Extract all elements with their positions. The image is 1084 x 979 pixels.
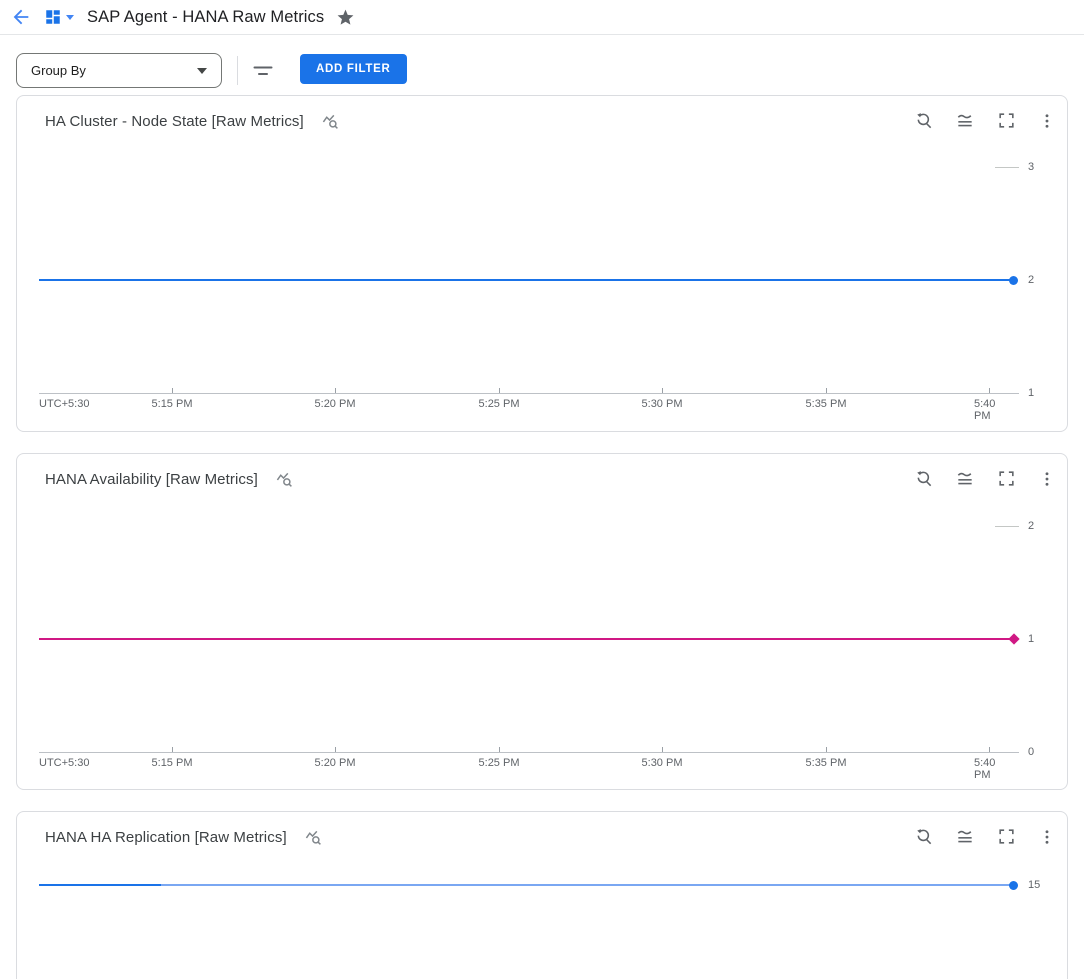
x-axis-label: 5:25 PM — [479, 398, 520, 410]
more-options-button[interactable] — [1036, 827, 1058, 849]
y-axis-label: 1 — [1028, 387, 1034, 399]
filter-toolbar: Group By ADD FILTER — [0, 36, 1084, 94]
x-axis-label: 5:40 PM — [974, 757, 1004, 781]
y-axis-label: 0 — [1028, 746, 1034, 758]
x-axis-label: 5:30 PM — [642, 398, 683, 410]
series-value-label: 1 — [1028, 633, 1034, 645]
chart-card-replication: HANA HA Replication [Raw Metrics] 15 — [16, 811, 1068, 979]
x-axis-tick — [172, 388, 173, 393]
page-title: SAP Agent - HANA Raw Metrics — [87, 8, 324, 27]
x-axis-label: 5:40 PM — [974, 398, 1004, 422]
x-axis-label: 5:20 PM — [315, 398, 356, 410]
back-arrow-icon — [10, 6, 32, 28]
series-value-label: 2 — [1028, 274, 1034, 286]
x-axis-tick — [826, 388, 827, 393]
x-axis-label: 5:15 PM — [152, 398, 193, 410]
chevron-down-icon — [66, 15, 74, 20]
timezone-label: UTC+5:30 — [39, 398, 89, 410]
series-end-marker — [1009, 881, 1018, 890]
x-axis-label: 5:35 PM — [806, 757, 847, 769]
x-axis-line — [39, 752, 1019, 753]
more-options-icon — [1038, 828, 1056, 849]
app-header: SAP Agent - HANA Raw Metrics — [0, 0, 1084, 35]
chart-plot[interactable]: 31UTC+5:305:15 PM5:20 PM5:25 PM5:30 PM5:… — [39, 96, 1019, 431]
y-axis-label: 2 — [1028, 520, 1034, 532]
x-axis-tick — [989, 747, 990, 752]
chart-card-availability: HANA Availability [Raw Metrics] 20UTC+5:… — [16, 453, 1068, 790]
x-axis-tick — [335, 747, 336, 752]
toolbar-divider — [237, 56, 238, 85]
add-filter-button[interactable]: ADD FILTER — [300, 54, 407, 84]
timezone-label: UTC+5:30 — [39, 757, 89, 769]
x-axis-tick — [335, 388, 336, 393]
x-axis-tick — [499, 388, 500, 393]
y-gridline-tick — [995, 167, 1019, 168]
series-line[interactable] — [39, 279, 1014, 281]
series-end-marker — [1009, 276, 1018, 285]
back-button[interactable] — [9, 5, 33, 29]
chart-plot[interactable]: 20UTC+5:305:15 PM5:20 PM5:25 PM5:30 PM5:… — [39, 454, 1019, 789]
series-line[interactable] — [39, 884, 1014, 886]
x-axis-label: 5:25 PM — [479, 757, 520, 769]
x-axis-line — [39, 393, 1019, 394]
star-button[interactable] — [334, 6, 356, 28]
group-by-dropdown[interactable]: Group By — [16, 53, 222, 88]
x-axis-tick — [499, 747, 500, 752]
dashboard-page: SAP Agent - HANA Raw Metrics Group By AD… — [0, 0, 1084, 979]
x-axis-label: 5:20 PM — [315, 757, 356, 769]
x-axis-label: 5:35 PM — [806, 398, 847, 410]
y-gridline-tick — [995, 526, 1019, 527]
y-axis-label: 3 — [1028, 161, 1034, 173]
x-axis-tick — [989, 388, 990, 393]
more-options-button[interactable] — [1036, 111, 1058, 133]
chart-card-node-state: HA Cluster - Node State [Raw Metrics] 31… — [16, 95, 1068, 432]
chart-plot[interactable]: 15 — [39, 812, 1019, 979]
x-axis-tick — [826, 747, 827, 752]
series-value-label: 15 — [1028, 879, 1040, 891]
x-axis-tick — [662, 388, 663, 393]
star-icon — [336, 8, 355, 27]
more-options-icon — [1038, 470, 1056, 491]
x-axis-tick — [662, 747, 663, 752]
x-axis-label: 5:30 PM — [642, 757, 683, 769]
x-axis-tick — [172, 747, 173, 752]
series-end-marker — [1008, 633, 1019, 644]
filter-icon-button[interactable] — [250, 58, 276, 84]
x-axis-label: 5:15 PM — [152, 757, 193, 769]
series-line[interactable] — [39, 638, 1014, 640]
group-by-label: Group By — [31, 63, 86, 78]
more-options-button[interactable] — [1036, 469, 1058, 491]
dashboard-picker[interactable] — [44, 8, 74, 26]
dashboard-icon — [44, 8, 62, 26]
dropdown-caret-icon — [197, 68, 207, 74]
filter-lines-icon — [251, 59, 275, 83]
more-options-icon — [1038, 112, 1056, 133]
